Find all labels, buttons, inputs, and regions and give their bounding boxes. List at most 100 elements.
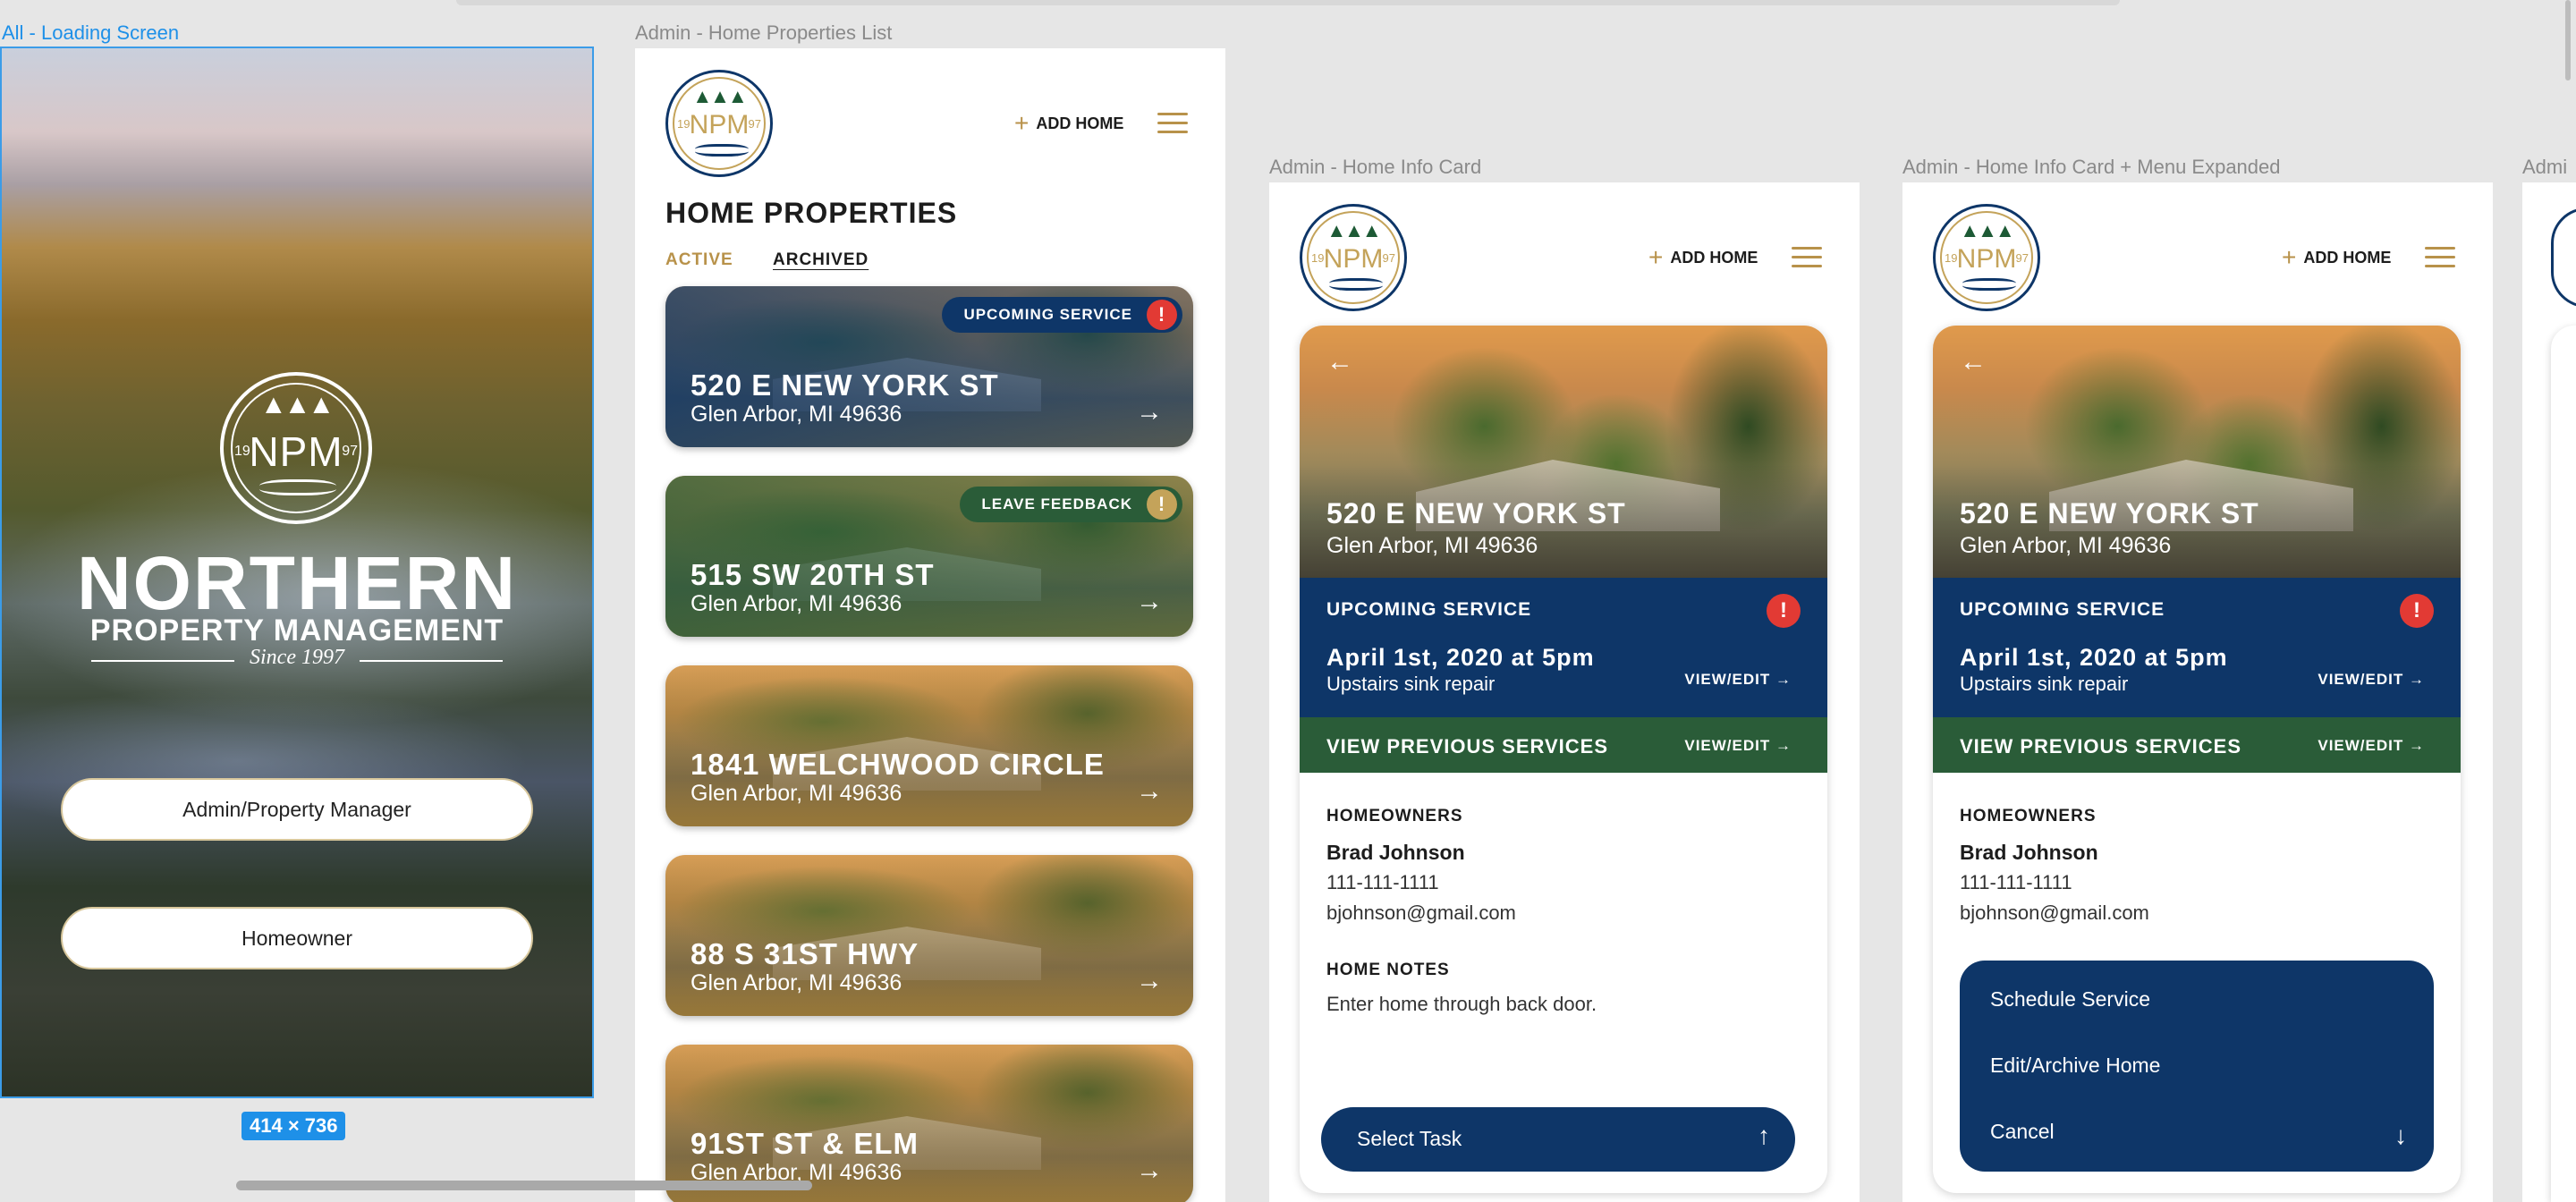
owner-phone: 111-111-1111	[1326, 871, 1439, 893]
owner-email: bjohnson@gmail.com	[1326, 902, 1516, 924]
plus-icon: +	[2282, 243, 2297, 271]
arrow-right-icon[interactable]: →	[1136, 966, 1163, 996]
home-city: Glen Arbor, MI 49636	[1960, 533, 2172, 558]
admin-login-button[interactable]: Admin/Property Manager	[61, 778, 533, 841]
previous-services-bar[interactable]: VIEW PREVIOUS SERVICES VIEW/EDIT →	[1933, 717, 2461, 773]
tree-icon: ▲▲▲	[1960, 219, 2014, 241]
page-title: HOME PROPERTIES	[665, 197, 958, 229]
arrow-right-icon[interactable]: →	[1136, 587, 1163, 617]
owner-email: bjohnson@gmail.com	[1960, 902, 2149, 924]
home-address: 520 E NEW YORK ST	[1960, 497, 2259, 529]
water-wave-icon	[695, 144, 749, 157]
npm-logo: ▲▲▲ NPM 19 97	[1933, 204, 2040, 311]
menu-item-edit-archive-home[interactable]: Edit/Archive Home	[1990, 1054, 2160, 1078]
tree-icon: ▲▲▲	[259, 390, 335, 419]
property-address: 520 E NEW YORK ST	[691, 368, 999, 402]
tab-archived[interactable]: ARCHIVED	[773, 250, 869, 270]
vertical-scrollbar[interactable]	[2565, 0, 2571, 80]
loading-screen-frame[interactable]: ▲▲▲ NPM 19 97 NORTHERN PROPERTY MANAGEME…	[0, 47, 594, 1098]
water-wave-icon	[259, 479, 336, 495]
alert-icon: !	[2400, 594, 2434, 628]
home-info-card	[2551, 326, 2576, 1202]
upcoming-service-panel: UPCOMING SERVICE ! April 1st, 2020 at 5p…	[1300, 578, 1827, 717]
alert-icon: !	[1767, 594, 1801, 628]
property-address: 1841 WELCHWOOD CIRCLE	[691, 748, 1105, 781]
frame-label-peek[interactable]: Admi	[2522, 156, 2567, 179]
upcoming-service-panel: UPCOMING SERVICE ! April 1st, 2020 at 5p…	[1933, 578, 2461, 717]
water-wave-icon	[1329, 278, 1383, 291]
homeowner-login-button[interactable]: Homeowner	[61, 907, 533, 969]
menu-item-schedule-service[interactable]: Schedule Service	[1990, 987, 2150, 1012]
add-home-button[interactable]: + ADD HOME	[1648, 245, 1758, 270]
home-city: Glen Arbor, MI 49636	[1326, 533, 1538, 558]
property-address: 88 S 31ST HWY	[691, 937, 919, 970]
frame-label-info[interactable]: Admin - Home Info Card	[1269, 156, 1481, 179]
home-notes-heading: HOME NOTES	[1326, 961, 1450, 979]
owner-name: Brad Johnson	[1326, 841, 1465, 864]
frame-label-info-menu[interactable]: Admin - Home Info Card + Menu Expanded	[1902, 156, 2281, 179]
property-city: Glen Arbor, MI 49636	[691, 970, 902, 995]
service-date: April 1st, 2020 at 5pm	[1326, 644, 1595, 671]
arrow-right-icon: →	[2409, 737, 2425, 754]
tree-icon: ▲▲▲	[1326, 219, 1381, 241]
service-description: Upstairs sink repair	[1960, 673, 2129, 695]
arrow-right-icon[interactable]: →	[1136, 776, 1163, 807]
menu-item-cancel[interactable]: Cancel	[1990, 1120, 2055, 1144]
hamburger-menu-icon[interactable]	[1157, 113, 1188, 134]
arrow-down-icon[interactable]: ↓	[2394, 1122, 2407, 1150]
npm-logo: ▲▲▲ NPM 19 97	[220, 372, 372, 524]
canvas-top-strip	[456, 0, 2120, 5]
arrow-right-icon: →	[1775, 737, 1792, 754]
task-menu: Schedule Service Edit/Archive Home Cance…	[1960, 961, 2434, 1172]
home-info-card: ← 520 E NEW YORK ST Glen Arbor, MI 49636…	[1933, 326, 2461, 1193]
back-arrow-icon[interactable]: ←	[1326, 347, 1353, 377]
home-info-card: ← 520 E NEW YORK ST Glen Arbor, MI 49636…	[1300, 326, 1827, 1193]
arrow-up-icon: ↑	[1758, 1122, 1770, 1149]
arrow-right-icon[interactable]: →	[1136, 397, 1163, 427]
property-city: Glen Arbor, MI 49636	[691, 781, 902, 806]
frame-label-list[interactable]: Admin - Home Properties List	[635, 21, 892, 45]
view-edit-service-link[interactable]: VIEW/EDIT →	[2318, 671, 2425, 689]
horizontal-scrollbar[interactable]	[236, 1181, 812, 1190]
view-edit-previous-link[interactable]: VIEW/EDIT →	[1684, 737, 1792, 755]
hamburger-menu-icon[interactable]	[2425, 247, 2455, 268]
owner-name: Brad Johnson	[1960, 841, 2098, 864]
property-card[interactable]: 88 S 31ST HWY Glen Arbor, MI 49636 →	[665, 855, 1193, 1016]
property-address: 91ST ST & ELM	[691, 1127, 919, 1160]
service-description: Upstairs sink repair	[1326, 673, 1496, 695]
frame-label-loading[interactable]: All - Loading Screen	[2, 21, 179, 45]
back-arrow-icon[interactable]: ←	[1960, 347, 1987, 377]
property-card[interactable]: 91ST ST & ELM Glen Arbor, MI 49636 →	[665, 1045, 1193, 1202]
hamburger-menu-icon[interactable]	[1792, 247, 1822, 268]
view-edit-previous-link[interactable]: VIEW/EDIT →	[2318, 737, 2425, 755]
tab-active[interactable]: ACTIVE	[665, 250, 733, 270]
select-task-button[interactable]: Select Task ↑	[1321, 1107, 1795, 1172]
property-address: 515 SW 20TH ST	[691, 558, 935, 591]
property-card[interactable]: 1841 WELCHWOOD CIRCLE Glen Arbor, MI 496…	[665, 665, 1193, 826]
water-wave-icon	[1962, 278, 2016, 291]
tree-icon: ▲▲▲	[692, 85, 747, 107]
plus-icon: +	[1648, 243, 1664, 271]
home-info-menu-frame[interactable]: ▲▲▲ NPM 19 97 + ADD HOME ← 520 E NEW YORK …	[1902, 182, 2493, 1202]
previous-services-bar[interactable]: VIEW PREVIOUS SERVICES VIEW/EDIT →	[1300, 717, 1827, 773]
add-home-button[interactable]: + ADD HOME	[2282, 245, 2391, 270]
add-home-button[interactable]: + ADD HOME	[1014, 111, 1123, 136]
home-properties-list-frame[interactable]: ▲▲▲ NPM 19 97 + ADD HOME HOME PROPERTIES A…	[635, 48, 1225, 1202]
homeowners-heading: HOMEOWNERS	[1960, 807, 2097, 825]
property-card[interactable]: UPCOMING SERVICE ! 520 E NEW YORK ST Gle…	[665, 286, 1193, 447]
arrow-right-icon[interactable]: →	[1136, 1155, 1163, 1186]
brand-since: Since 1997	[91, 646, 503, 670]
property-city: Glen Arbor, MI 49636	[691, 591, 902, 616]
npm-logo: ▲▲▲ NPM 19 97	[1300, 204, 1407, 311]
status-badge: UPCOMING SERVICE !	[942, 297, 1182, 333]
home-notes: Enter home through back door.	[1326, 993, 1597, 1015]
service-date: April 1st, 2020 at 5pm	[1960, 644, 2228, 671]
arrow-right-icon: →	[2409, 671, 2425, 688]
alert-icon: !	[1147, 489, 1177, 520]
property-city: Glen Arbor, MI 49636	[691, 402, 902, 427]
owner-phone: 111-111-1111	[1960, 871, 2072, 893]
view-edit-service-link[interactable]: VIEW/EDIT →	[1684, 671, 1792, 689]
brand-subtitle: PROPERTY MANAGEMENT	[89, 614, 504, 648]
home-info-card-frame[interactable]: ▲▲▲ NPM 19 97 + ADD HOME ← 520 E NEW YORK …	[1269, 182, 1860, 1202]
property-card[interactable]: LEAVE FEEDBACK ! 515 SW 20TH ST Glen Arb…	[665, 476, 1193, 637]
